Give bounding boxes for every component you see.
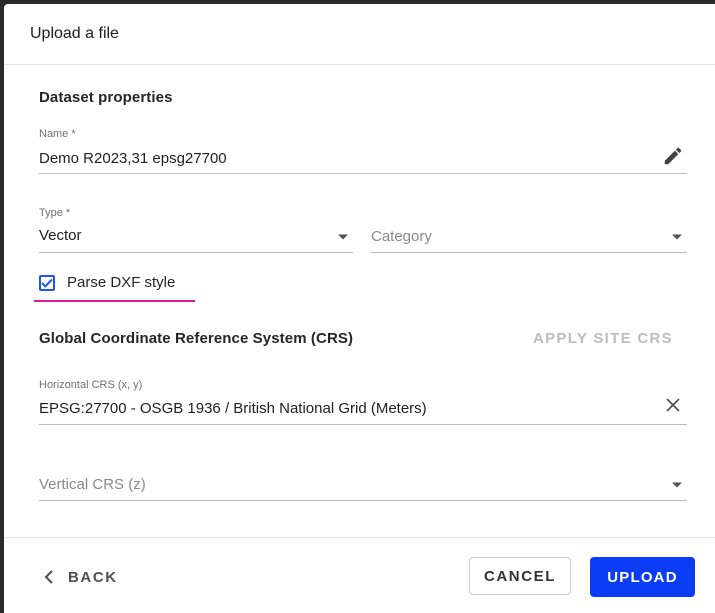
crs-section-title: Global Coordinate Reference System (CRS) <box>39 330 354 347</box>
vertical-crs-select[interactable]: Vertical CRS (z) <box>39 457 687 501</box>
caret-down-icon[interactable] <box>335 229 351 245</box>
checkmark-icon <box>41 278 53 288</box>
vertical-crs-placeholder: Vertical CRS (z) <box>39 476 146 493</box>
dialog-footer: BACK CANCEL UPLOAD <box>4 537 715 613</box>
caret-down-icon[interactable] <box>669 477 685 493</box>
back-button[interactable]: BACK <box>44 560 118 594</box>
chevron-left-icon <box>44 570 54 584</box>
type-label: Type * <box>39 207 71 219</box>
close-icon[interactable] <box>663 395 683 415</box>
parse-dxf-label: Parse DXF style <box>67 274 176 291</box>
name-label: Name * <box>39 128 76 140</box>
pencil-icon[interactable] <box>661 144 685 168</box>
parse-dxf-checkbox-row[interactable]: Parse DXF style <box>34 268 195 302</box>
upload-dialog: Upload a file Dataset properties Name * … <box>4 4 715 613</box>
horizontal-crs-value: EPSG:27700 - OSGB 1936 / British Nationa… <box>39 400 427 417</box>
caret-down-icon[interactable] <box>669 229 685 245</box>
name-field[interactable]: Name * Demo R2023,31 epsg27700 <box>39 126 687 174</box>
dialog-header: Upload a file <box>4 4 715 65</box>
parse-dxf-checkbox[interactable] <box>39 275 55 291</box>
category-placeholder: Category <box>371 228 432 245</box>
type-value: Vector <box>39 227 82 244</box>
type-select[interactable]: Type * Vector <box>39 205 353 253</box>
back-label: BACK <box>68 568 118 586</box>
dataset-section-title: Dataset properties <box>39 89 173 106</box>
horizontal-crs-field[interactable]: Horizontal CRS (x, y) EPSG:27700 - OSGB … <box>39 377 687 425</box>
cancel-button[interactable]: CANCEL <box>469 557 571 595</box>
upload-button[interactable]: UPLOAD <box>590 557 695 597</box>
apply-site-crs-button[interactable]: APPLY SITE CRS <box>533 330 673 347</box>
dialog-title: Upload a file <box>30 25 119 42</box>
name-value: Demo R2023,31 epsg27700 <box>39 150 227 167</box>
category-select[interactable]: Category <box>371 205 687 253</box>
horizontal-crs-label: Horizontal CRS (x, y) <box>39 379 143 391</box>
